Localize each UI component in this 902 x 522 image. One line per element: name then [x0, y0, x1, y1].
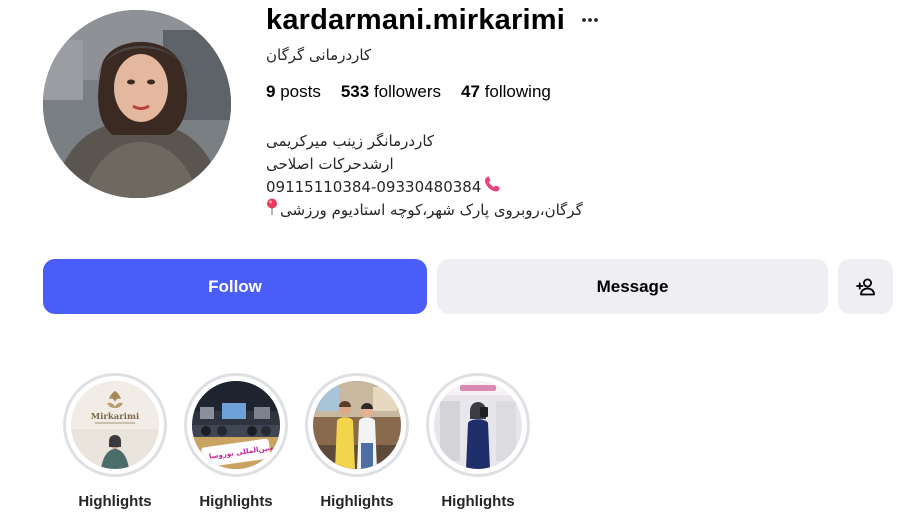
highlight-ring	[426, 373, 530, 477]
telephone-receiver-icon	[483, 176, 501, 199]
following-label: following	[484, 82, 551, 101]
story-highlights: Mirkarimi Highlights	[63, 373, 530, 510]
profile-photo	[43, 10, 231, 198]
highlight-ring: Mirkarimi	[63, 373, 167, 477]
highlight-ring	[305, 373, 409, 477]
followers-label: followers	[373, 82, 442, 101]
posts-label: posts	[280, 82, 321, 101]
highlight-logo-text: Mirkarimi	[91, 412, 140, 422]
username: kardarmani.mirkarimi	[266, 3, 565, 36]
bio-name-text: کاردرمانگر زینب میرکریمی	[266, 132, 435, 150]
profile-bio: کاردرمانگر زینب میرکریمی ارشدحرکات اصلاح…	[266, 130, 583, 222]
highlight-item[interactable]: Highlights	[305, 373, 409, 510]
following-count: 47	[461, 82, 480, 101]
highlight-cover: کنگره‌بین‌المللی نوروسا و ارتوز	[192, 381, 280, 469]
bio-degree-text: ارشدحرکات اصلاحی	[266, 155, 394, 173]
bio-line-degree: ارشدحرکات اصلاحی	[266, 153, 583, 176]
highlight-label: Highlights	[199, 493, 273, 510]
followers-count: 533	[340, 82, 370, 101]
bio-line-phone: 09115110384-09330480384	[266, 176, 583, 199]
highlight-item[interactable]: کنگره‌بین‌المللی نوروسا و ارتوز Highligh…	[184, 373, 288, 510]
bio-address-text: گرگان،روبروی پارک شهر،کوچه استادیوم ورزش…	[280, 201, 583, 219]
bio-line-address: گرگان،روبروی پارک شهر،کوچه استادیوم ورزش…	[266, 198, 583, 223]
suggested-accounts-button[interactable]	[838, 259, 893, 314]
profile-stats: 9 posts 533 followers 47 following	[266, 82, 551, 102]
followers-stat[interactable]: 533 followers	[341, 82, 441, 102]
bio-phone-text: 09115110384-09330480384	[266, 178, 482, 196]
follow-button[interactable]: Follow	[43, 259, 427, 314]
highlight-label: Highlights	[320, 493, 394, 510]
profile-avatar[interactable]	[43, 10, 231, 198]
follow-button-label: Follow	[208, 276, 262, 296]
message-button-label: Message	[596, 276, 669, 296]
highlight-cover	[434, 381, 522, 469]
highlight-label: Highlights	[441, 493, 515, 510]
round-pushpin-icon	[266, 198, 278, 223]
highlight-label: Highlights	[78, 493, 152, 510]
username-row: kardarmani.mirkarimi	[266, 2, 601, 38]
profile-category: کاردرمانی گرگان	[266, 46, 372, 64]
more-options-button[interactable]	[579, 9, 601, 31]
highlight-item[interactable]: Highlights	[426, 373, 530, 510]
add-person-icon	[855, 278, 875, 295]
highlight-ring: کنگره‌بین‌المللی نوروسا و ارتوز	[184, 373, 288, 477]
posts-count: 9	[266, 82, 276, 101]
highlight-item[interactable]: Mirkarimi Highlights	[63, 373, 167, 510]
highlight-cover	[313, 381, 401, 469]
bio-line-name: کاردرمانگر زینب میرکریمی	[266, 130, 583, 153]
highlight-cover: Mirkarimi	[71, 381, 159, 469]
posts-stat[interactable]: 9 posts	[266, 82, 321, 102]
message-button[interactable]: Message	[437, 259, 828, 314]
following-stat[interactable]: 47 following	[461, 82, 551, 102]
more-horizontal-icon	[582, 18, 598, 22]
